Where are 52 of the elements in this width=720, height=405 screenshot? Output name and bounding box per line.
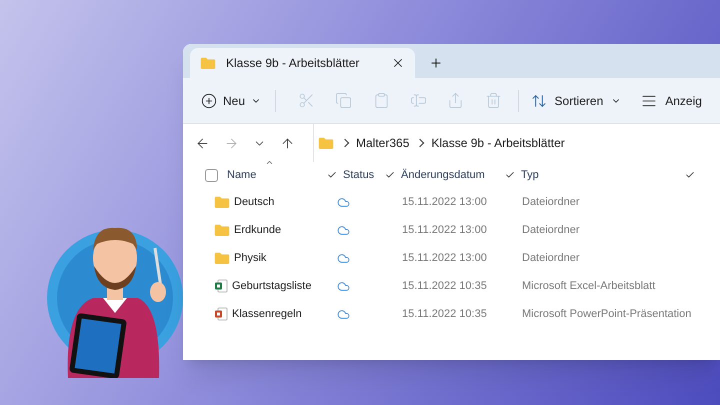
select-all-checkbox[interactable] [205, 168, 218, 182]
file-row[interactable]: Klassenregeln 15.11.2022 10:35 Microsoft PowerPoint-Präsentation [205, 300, 720, 328]
close-icon[interactable] [391, 56, 405, 70]
folder-icon [214, 224, 230, 236]
modified-date: 15.11.2022 13:00 [402, 222, 488, 238]
column-header[interactable]: Änderungsdatum [401, 166, 505, 184]
file-row[interactable]: Physik 15.11.2022 13:00 Dateiordner [205, 244, 720, 272]
file-type: Microsoft Excel-Arbeitsblatt [522, 278, 656, 294]
file-name: Erdkunde [234, 222, 282, 238]
check-icon [385, 170, 395, 180]
file-row[interactable]: Erdkunde 15.11.2022 13:00 Dateiordner [205, 216, 720, 244]
cloud-icon [337, 196, 350, 208]
spreadsheet-file-icon [214, 279, 228, 293]
modified-date: 15.11.2022 13:00 [402, 194, 488, 210]
cloud-icon [337, 280, 350, 292]
modified-date: 15.11.2022 10:35 [402, 306, 488, 322]
new-tab-icon[interactable] [429, 56, 443, 70]
folder-icon [214, 252, 230, 264]
file-type: Dateiordner [522, 250, 580, 266]
file-row[interactable]: Geburtstagsliste 15.11.2022 10:35 Microsoft Excel-Arbeitsblatt [205, 272, 720, 300]
address-bar[interactable]: Malter365 Klasse 9b - Arbeitsblätter [313, 124, 720, 162]
file-name: Klassenregeln [232, 306, 302, 322]
check-icon [505, 170, 515, 180]
sort-button[interactable]: Sortieren [530, 92, 642, 110]
file-name: Deutsch [234, 194, 274, 210]
cloud-icon [337, 308, 350, 320]
check-icon [685, 170, 695, 180]
modified-date: 15.11.2022 10:35 [402, 278, 488, 294]
column-header[interactable]: Typ [521, 166, 685, 184]
check-icon [327, 170, 337, 180]
sort-icon [530, 92, 547, 108]
new-button[interactable]: Neu [201, 92, 276, 110]
modified-date: 15.11.2022 13:00 [402, 250, 488, 266]
plus-circle-icon [201, 92, 217, 108]
file-type: Dateiordner [522, 222, 580, 238]
folder-icon [318, 136, 334, 150]
folder-icon [214, 196, 230, 208]
column-header[interactable]: Name [227, 166, 327, 184]
breadcrumb[interactable]: Klasse 9b - Arbeitsblätter [431, 134, 565, 152]
cloud-icon [337, 224, 350, 236]
column-header[interactable]: Status [343, 166, 385, 184]
presentation-file-icon [214, 307, 228, 321]
file-name: Physik [234, 250, 266, 266]
file-type: Dateiordner [522, 194, 580, 210]
file-name: Geburtstagsliste [232, 278, 312, 294]
folder-icon [200, 56, 216, 70]
breadcrumb[interactable]: Malter365 [356, 134, 410, 152]
window-tab[interactable]: Klasse 9b - Arbeitsblätter [190, 48, 415, 78]
file-row[interactable]: Deutsch 15.11.2022 13:00 Dateiordner [205, 188, 720, 216]
view-button[interactable]: Anzeig [641, 92, 702, 110]
cloud-icon [337, 252, 350, 264]
file-type: Microsoft PowerPoint-Präsentation [522, 306, 692, 322]
